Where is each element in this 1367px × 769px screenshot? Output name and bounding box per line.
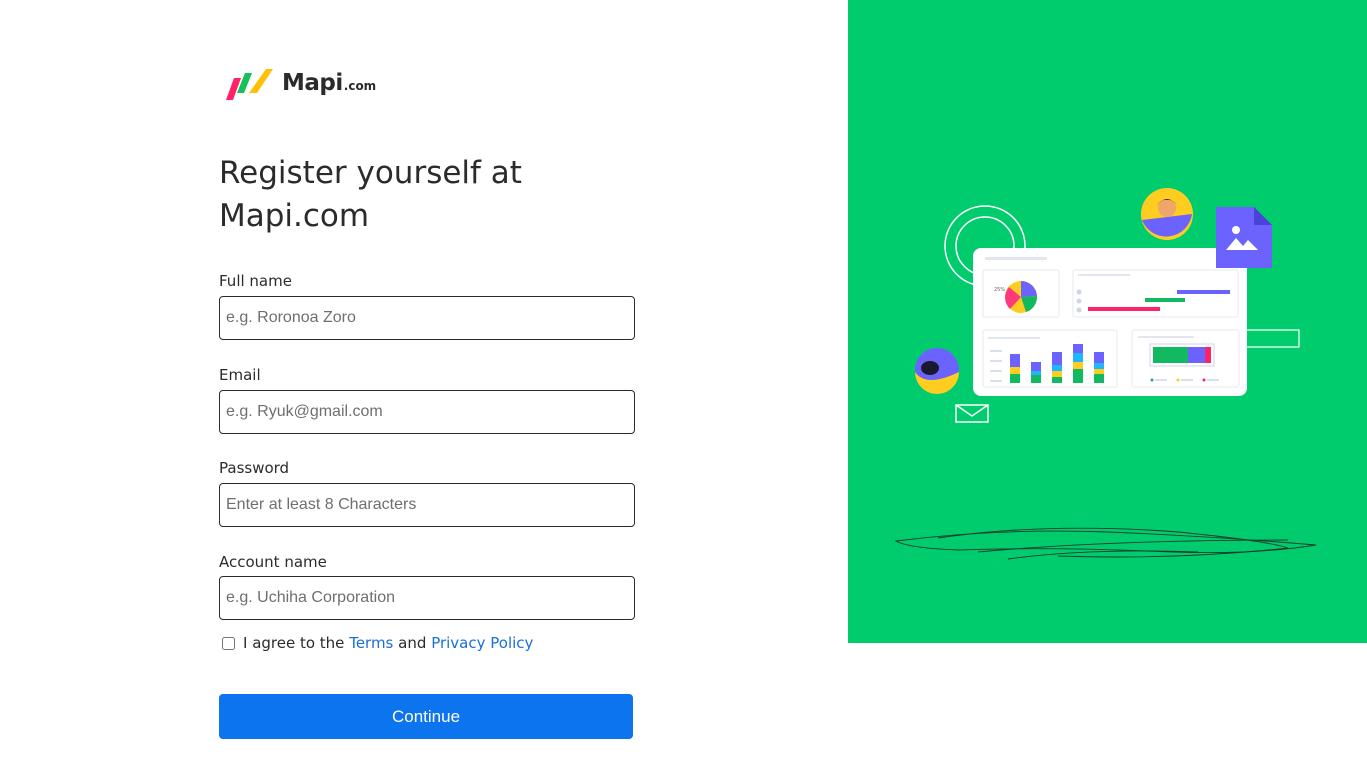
- mapi-logo-mark-icon: [226, 69, 273, 100]
- account-name-label: Account name: [219, 553, 327, 571]
- brand-name: Mapi: [282, 70, 343, 96]
- envelope-icon: [955, 404, 989, 423]
- continue-button[interactable]: Continue: [219, 694, 633, 739]
- agree-conjunction: and: [398, 634, 427, 652]
- agree-text: I agree to the: [243, 634, 345, 652]
- page-title: Register yourself at Mapi.com: [219, 155, 522, 234]
- brand-logo[interactable]: Mapi.com: [224, 66, 376, 102]
- avatar-left-icon: [915, 348, 959, 394]
- brand-wordmark: Mapi.com: [282, 67, 376, 102]
- stacked-bar-icon: [1131, 329, 1240, 388]
- scribble-decoration: [894, 527, 1317, 560]
- terms-link[interactable]: Terms: [349, 634, 393, 652]
- terms-checkbox[interactable]: [222, 636, 235, 650]
- dashboard-illustration: 25%: [894, 188, 1317, 560]
- email-label: Email: [219, 366, 261, 384]
- full-name-label: Full name: [219, 272, 292, 290]
- privacy-policy-link[interactable]: Privacy Policy: [431, 634, 533, 652]
- avatar-icon: [1141, 188, 1193, 240]
- brand-tld: .com: [343, 79, 377, 93]
- email-input[interactable]: [219, 390, 635, 434]
- bar-chart-icon: [982, 329, 1118, 388]
- gantt-chart-icon: [1072, 269, 1239, 318]
- password-label: Password: [219, 459, 290, 477]
- image-file-icon: [1216, 207, 1272, 268]
- pie-chart-icon: 25%: [982, 269, 1060, 318]
- pie-percent-label: 25%: [994, 287, 1005, 293]
- full-name-input[interactable]: [219, 296, 635, 340]
- decorative-rect: [1244, 329, 1300, 348]
- illustration-panel: 25%: [848, 0, 1367, 643]
- password-input[interactable]: [219, 483, 635, 527]
- terms-agreement: I agree to the Terms and Privacy Policy: [222, 634, 533, 652]
- account-name-input[interactable]: [219, 576, 635, 620]
